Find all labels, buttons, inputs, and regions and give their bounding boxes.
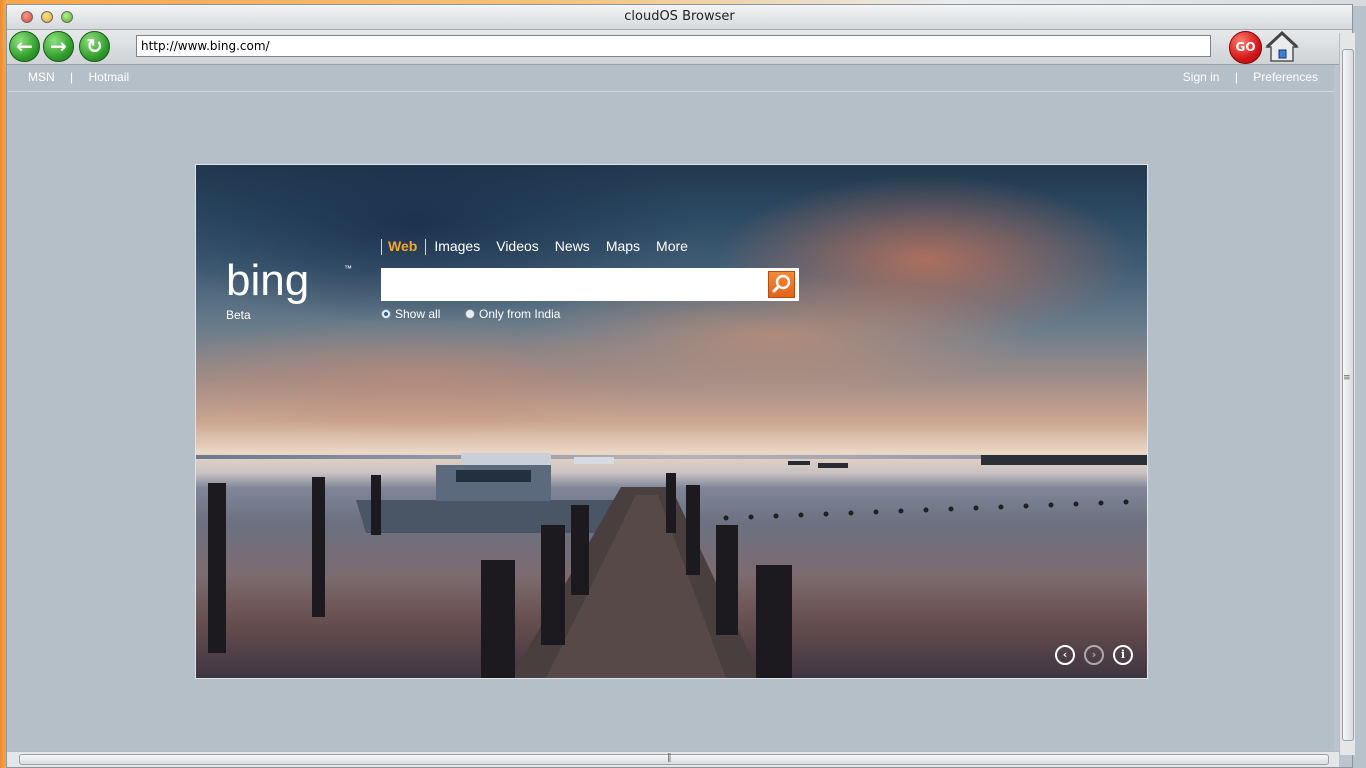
tab-news[interactable]: News: [555, 238, 590, 254]
image-info-button[interactable]: i: [1113, 645, 1133, 665]
tab-web[interactable]: Web: [388, 238, 417, 254]
search-button[interactable]: [768, 271, 795, 298]
reload-icon: ↻: [86, 34, 103, 58]
scroll-grip-icon: ‖: [667, 753, 672, 763]
title-bar: cloudOS Browser: [7, 5, 1352, 30]
address-bar[interactable]: [136, 35, 1211, 57]
magnifier-icon: [771, 274, 791, 294]
msn-link[interactable]: MSN: [28, 70, 55, 84]
vertical-scroll-thumb[interactable]: [1342, 49, 1354, 741]
search-scope-tabs: Web Images Videos News Maps More: [381, 238, 704, 256]
svg-text:™: ™: [344, 264, 352, 273]
reload-button[interactable]: ↻: [79, 31, 110, 62]
home-icon: [1265, 30, 1299, 62]
radio-label-only-from-india: Only from India: [479, 307, 561, 321]
bing-logo: bing ™: [226, 259, 352, 305]
forward-button[interactable]: →: [43, 31, 74, 62]
bing-top-nav: MSN | Hotmail Sign in | Preferences: [8, 65, 1334, 92]
hotmail-link[interactable]: Hotmail: [88, 70, 129, 84]
web-page: MSN | Hotmail Sign in | Preferences bing…: [8, 65, 1334, 751]
radio-only-from-india[interactable]: [465, 309, 476, 319]
tab-maps[interactable]: Maps: [606, 238, 640, 254]
window-title: cloudOS Browser: [624, 9, 735, 24]
back-button[interactable]: ←: [9, 31, 40, 62]
browser-window: cloudOS Browser ← → ↻ GO MSN | Hotmail S…: [6, 4, 1355, 768]
tab-videos[interactable]: Videos: [496, 238, 539, 254]
horizontal-scrollbar[interactable]: ‖: [7, 751, 1339, 767]
search-input[interactable]: [381, 268, 799, 301]
tab-divider: [425, 239, 427, 256]
arrow-right-icon: →: [50, 34, 67, 58]
nav-separator: |: [1234, 70, 1238, 84]
radio-show-all[interactable]: [381, 309, 391, 319]
next-image-button[interactable]: ›: [1084, 645, 1104, 665]
info-icon: i: [1120, 648, 1126, 661]
tab-images[interactable]: Images: [434, 238, 480, 254]
radio-label-show-all: Show all: [395, 307, 441, 321]
previous-image-button[interactable]: ‹: [1055, 645, 1075, 665]
bing-hero-image: bing ™ Beta Web Images Videos News Maps More …: [195, 164, 1148, 679]
nav-separator: |: [70, 70, 74, 84]
vertical-scrollbar[interactable]: ≡: [1339, 33, 1355, 755]
sign-in-link[interactable]: Sign in: [1183, 70, 1220, 84]
scroll-grip-icon: ≡: [1343, 373, 1351, 383]
browser-toolbar: ← → ↻ GO: [7, 30, 1352, 65]
tab-more[interactable]: More: [656, 238, 688, 254]
svg-text:bing: bing: [226, 259, 309, 305]
home-button[interactable]: [1265, 30, 1299, 64]
arrow-left-icon: ←: [16, 34, 33, 58]
go-button[interactable]: GO: [1229, 31, 1262, 64]
chevron-left-icon: ‹: [1062, 648, 1068, 661]
tab-divider: [381, 239, 382, 256]
preferences-link[interactable]: Preferences: [1253, 70, 1318, 84]
logo-beta-label: Beta: [226, 308, 251, 322]
search-scope-radios: Show all Only from India: [381, 307, 560, 321]
horizontal-scroll-thumb[interactable]: [19, 754, 1329, 765]
chevron-right-icon: ›: [1091, 648, 1097, 661]
